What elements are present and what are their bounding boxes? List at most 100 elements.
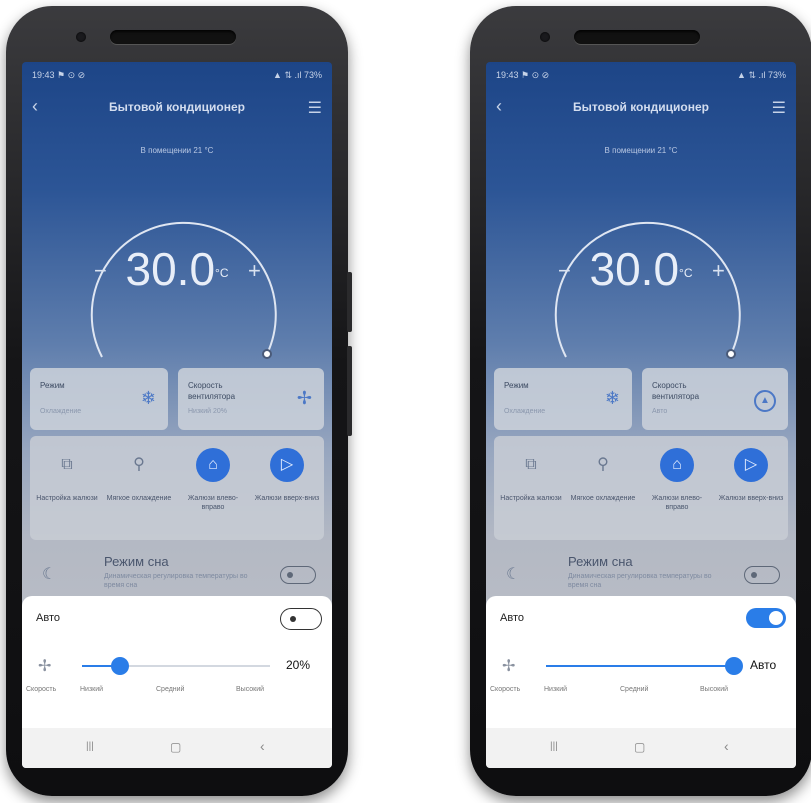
phone-left: 19:43 ⚑ ⊙ ⊘ ▲ ⇅ .ıl 73% ‹ Бытовой кондиц… xyxy=(6,6,352,796)
functions-panel: ⧉ Настройка жалюзи ⚲ Мягкое охлаждение ⌂… xyxy=(494,436,788,540)
mode-title: Режим xyxy=(504,381,529,390)
status-indicators: ▲ ⇅ .ıl 73% xyxy=(273,70,322,80)
indoor-temp-label: В помещении 21 °C xyxy=(140,146,214,155)
louver-icon: ⧉ xyxy=(61,456,73,473)
earpiece-speaker xyxy=(574,30,700,44)
status-bar: 19:43 ⚑ ⊙ ⊘ ▲ ⇅ .ıl 73% xyxy=(496,70,786,84)
speed-slider-thumb[interactable] xyxy=(110,657,129,675)
toggle-knob xyxy=(290,616,296,622)
scale-mid: Средний xyxy=(620,686,649,693)
front-camera xyxy=(540,32,550,42)
speed-value: 20% xyxy=(286,658,311,672)
dial-handle[interactable] xyxy=(726,349,736,359)
swing-lr-icon: ⌂ xyxy=(660,448,694,482)
auto-label: Авто xyxy=(36,612,60,624)
soft-cool-icon: ⚲ xyxy=(133,456,145,473)
auto-toggle[interactable] xyxy=(746,608,786,628)
snowflake-icon: ❄ xyxy=(604,388,620,408)
menu-icon[interactable]: ☰ xyxy=(772,98,786,118)
function-label: Жалюзи влево-вправо xyxy=(187,495,239,511)
scale-low: Низкий xyxy=(544,686,568,693)
fan-speed-card[interactable]: Скорость вентилятора Низкий 20% ✢ xyxy=(178,368,324,430)
function-label: Жалюзи вверх-вниз xyxy=(718,495,784,502)
front-camera xyxy=(76,32,86,42)
temperature-unit: °C xyxy=(679,265,693,280)
speed-label: Скорость xyxy=(26,686,57,693)
temperature-display: 30.0°C xyxy=(22,242,332,296)
back-nav-icon[interactable]: ‹ xyxy=(260,738,265,754)
back-nav-icon[interactable]: ‹ xyxy=(724,738,729,754)
function-label: Мягкое охлаждение xyxy=(106,495,172,502)
recent-apps-icon[interactable]: ||| xyxy=(550,741,558,752)
function-label: Настройка жалюзи xyxy=(500,495,562,502)
function-swing-ud[interactable]: ▷ Жалюзи вверх-вниз xyxy=(716,448,786,503)
power-button xyxy=(347,346,352,436)
fan-speed-title: Скорость вентилятора xyxy=(188,381,236,401)
sleep-mode-row: ☾ Режим сна Динамическая регулировка тем… xyxy=(494,546,788,602)
recent-apps-icon[interactable]: ||| xyxy=(86,741,94,752)
auto-toggle[interactable] xyxy=(280,608,322,630)
function-louver[interactable]: ⧉ Настройка жалюзи xyxy=(32,448,102,503)
scale-high: Высокий xyxy=(700,686,729,693)
mode-card[interactable]: Режим Охлаждение ❄ xyxy=(30,368,168,430)
mode-value: Охлаждение xyxy=(504,408,546,415)
louver-icon: ⧉ xyxy=(525,456,537,473)
function-swing-ud[interactable]: ▷ Жалюзи вверх-вниз xyxy=(252,448,322,503)
app-screen: 19:43 ⚑ ⊙ ⊘ ▲ ⇅ .ıl 73% ‹ Бытовой кондиц… xyxy=(486,62,796,768)
swing-ud-icon: ▷ xyxy=(734,448,768,482)
status-time: 19:43 ⚑ ⊙ ⊘ xyxy=(32,70,86,80)
scale-high: Высокий xyxy=(236,686,265,693)
auto-label: Авто xyxy=(500,612,524,624)
menu-icon[interactable]: ☰ xyxy=(308,98,322,118)
fan-speed-card[interactable]: Скорость вентилятора Авто ▲ xyxy=(642,368,788,430)
status-bar: 19:43 ⚑ ⊙ ⊘ ▲ ⇅ .ıl 73% xyxy=(32,70,322,84)
function-label: Жалюзи вверх-вниз xyxy=(254,495,320,502)
function-label: Мягкое охлаждение xyxy=(570,495,636,502)
volume-button xyxy=(347,272,352,332)
phone-right: 19:43 ⚑ ⊙ ⊘ ▲ ⇅ .ıl 73% ‹ Бытовой кондиц… xyxy=(470,6,811,796)
home-icon[interactable]: ▢ xyxy=(634,740,645,754)
scale-low: Низкий xyxy=(80,686,104,693)
swing-ud-icon: ▷ xyxy=(270,448,304,482)
swing-lr-icon: ⌂ xyxy=(196,448,230,482)
toggle-knob xyxy=(287,572,293,578)
earpiece-speaker xyxy=(110,30,236,44)
function-soft-cool[interactable]: ⚲ Мягкое охлаждение xyxy=(568,448,638,503)
scale-mid: Средний xyxy=(156,686,185,693)
sleep-description: Динамическая регулировка температуры во … xyxy=(568,573,712,589)
auto-fan-icon: ▲ xyxy=(754,390,776,412)
sleep-description: Динамическая регулировка температуры во … xyxy=(104,573,248,589)
mode-value: Охлаждение xyxy=(40,408,82,415)
speed-slider-track[interactable] xyxy=(82,657,270,675)
fan-speed-value: Низкий 20% xyxy=(188,408,228,415)
status-indicators: ▲ ⇅ .ıl 73% xyxy=(737,70,786,80)
toggle-knob xyxy=(769,611,783,625)
toggle-knob xyxy=(751,572,757,578)
speed-value: Авто xyxy=(750,658,777,672)
function-swing-lr[interactable]: ⌂ Жалюзи влево-вправо xyxy=(642,448,712,512)
fan-speed-icon: ✢ xyxy=(38,658,52,675)
sleep-toggle[interactable] xyxy=(744,566,780,584)
function-label: Жалюзи влево-вправо xyxy=(651,495,703,511)
fan-speed-value: Авто xyxy=(652,408,668,415)
temperature-unit: °C xyxy=(215,265,229,280)
fan-icon: ✢ xyxy=(296,388,312,408)
speed-slider-track[interactable] xyxy=(546,657,743,675)
functions-panel: ⧉ Настройка жалюзи ⚲ Мягкое охлаждение ⌂… xyxy=(30,436,324,540)
fan-speed-title: Скорость вентилятора xyxy=(652,381,700,401)
function-louver[interactable]: ⧉ Настройка жалюзи xyxy=(496,448,566,503)
mode-card[interactable]: Режим Охлаждение ❄ xyxy=(494,368,632,430)
sleep-title: Режим сна xyxy=(104,554,169,569)
speed-slider-fill xyxy=(546,665,734,667)
home-icon[interactable]: ▢ xyxy=(170,740,181,754)
snowflake-icon: ❄ xyxy=(140,388,156,408)
fan-speed-sheet: Авто ✢ 20% Скорость Низкий Средний Высок… xyxy=(22,596,332,728)
sleep-icon: ☾ xyxy=(506,566,521,583)
dial-handle[interactable] xyxy=(262,349,272,359)
fan-speed-icon: ✢ xyxy=(502,658,516,675)
top-bar: ‹ Бытовой кондиционер ☰ xyxy=(486,96,796,122)
speed-slider-thumb[interactable] xyxy=(725,657,743,675)
function-swing-lr[interactable]: ⌂ Жалюзи влево-вправо xyxy=(178,448,248,512)
function-soft-cool[interactable]: ⚲ Мягкое охлаждение xyxy=(104,448,174,503)
sleep-toggle[interactable] xyxy=(280,566,316,584)
